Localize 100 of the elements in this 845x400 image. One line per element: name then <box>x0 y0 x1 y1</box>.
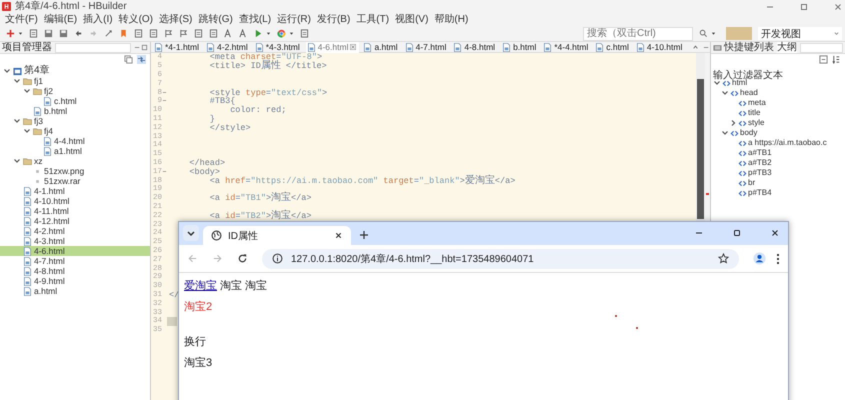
menu-item[interactable]: 发行(B) <box>314 13 354 26</box>
outline-item[interactable]: a#TB1 <box>711 148 845 158</box>
browser-tab[interactable]: ID属性 <box>203 226 351 245</box>
menu-item[interactable]: 查找(L) <box>236 13 274 26</box>
outline-item[interactable]: br <box>711 178 845 188</box>
tree-item[interactable]: 4-1.html <box>0 186 150 196</box>
menu-icon[interactable] <box>776 252 780 264</box>
outline-item[interactable]: a https://ai.m.taobao.c <box>711 138 845 148</box>
collapse-all-icon[interactable] <box>819 55 828 64</box>
sort-icon[interactable] <box>832 55 841 64</box>
tree-item[interactable]: 4-12.html <box>0 216 150 226</box>
save-icon[interactable] <box>44 29 53 38</box>
tree-item[interactable]: 第4章 <box>0 66 150 76</box>
tree-item[interactable]: fj1 <box>0 76 150 86</box>
outline-item[interactable]: body <box>711 128 845 138</box>
tree-item[interactable]: 4-11.html <box>0 206 150 216</box>
panel-tab[interactable]: 大纲 <box>777 42 797 53</box>
tree-item[interactable]: 4-6.html <box>0 246 150 256</box>
chevron-down-icon[interactable] <box>13 157 21 165</box>
tree-item[interactable]: 4-10.html <box>0 196 150 206</box>
info-icon[interactable] <box>272 253 283 264</box>
menu-item[interactable]: 运行(R) <box>274 13 314 26</box>
tree-item[interactable]: fj2 <box>0 86 150 96</box>
menu-item[interactable]: 选择(S) <box>156 13 196 26</box>
menu-item[interactable]: 帮助(H) <box>431 13 472 26</box>
flag-icon[interactable] <box>179 29 188 38</box>
editor-tab[interactable]: 4-8.html <box>452 42 498 52</box>
menu-item[interactable]: 文件(F) <box>2 13 41 26</box>
search-icon[interactable] <box>699 29 708 38</box>
tree-item[interactable]: 4-4.html <box>0 136 150 146</box>
tree-item[interactable]: 4-7.html <box>0 256 150 266</box>
filter-field[interactable] <box>55 42 131 52</box>
editor-tab[interactable]: 4-2.html <box>205 42 251 52</box>
browser-icon[interactable] <box>277 29 286 38</box>
editor-tab[interactable]: c.html <box>594 42 632 52</box>
close-icon[interactable] <box>770 228 780 238</box>
new-tab-icon[interactable] <box>359 230 369 240</box>
outline-item[interactable]: title <box>711 108 845 118</box>
tree-item[interactable]: 4-3.html <box>0 236 150 246</box>
minimize-maximize-icon[interactable] <box>134 44 148 51</box>
document-icon[interactable] <box>194 29 203 38</box>
panel-tab[interactable]: 快捷键列表 <box>713 42 774 53</box>
tree-item[interactable]: 4-2.html <box>0 226 150 236</box>
close-icon[interactable] <box>334 231 343 240</box>
filter-field[interactable] <box>800 42 843 52</box>
tree-item[interactable]: fj4 <box>0 126 150 136</box>
editor-tab[interactable]: 4-10.html <box>634 42 686 52</box>
profile-icon[interactable] <box>753 252 766 265</box>
overflow-icon[interactable] <box>691 42 700 52</box>
font-size-icon[interactable] <box>224 29 233 38</box>
maximize-icon[interactable] <box>732 228 742 238</box>
bookmark-icon[interactable] <box>119 29 128 38</box>
menu-item[interactable]: 跳转(G) <box>195 13 236 26</box>
editor-tab[interactable]: 4-6.html <box>306 42 360 52</box>
menu-item[interactable]: 工具(T) <box>353 13 392 26</box>
editor-tab[interactable]: *4-4.html <box>542 42 592 52</box>
outline-item[interactable]: a#TB2 <box>711 158 845 168</box>
tree-item[interactable]: b.html <box>0 106 150 116</box>
document-icon[interactable] <box>29 29 38 38</box>
tree-item[interactable]: fj3 <box>0 116 150 126</box>
outline-item[interactable]: html <box>711 78 845 88</box>
tree-item[interactable]: a.html <box>0 286 150 296</box>
font-size-icon[interactable] <box>239 29 248 38</box>
editor-tab[interactable]: b.html <box>501 42 540 52</box>
tree-item[interactable]: xz <box>0 156 150 166</box>
add-icon[interactable] <box>6 29 15 38</box>
outline-item[interactable]: p#TB3 <box>711 168 845 178</box>
star-icon[interactable] <box>718 253 729 264</box>
editor-tab[interactable]: *4-1.html <box>153 42 202 52</box>
reload-icon[interactable] <box>237 253 248 264</box>
editor-tab[interactable]: a.html <box>362 42 401 52</box>
undo-icon[interactable] <box>74 29 83 38</box>
flag-icon[interactable] <box>164 29 173 38</box>
tree-item[interactable]: 51zxw.png <box>0 166 150 176</box>
editor-tab[interactable]: *4-3.html <box>254 42 303 52</box>
outline-item[interactable]: meta <box>711 98 845 108</box>
address-bar[interactable]: 127.0.0.1:8020/第4章/4-6.html?__hbt=1735489604071 <box>262 248 739 268</box>
outline-item[interactable]: head <box>711 88 845 98</box>
scrollbar[interactable] <box>696 53 705 221</box>
view-select[interactable]: 开发视图 <box>758 27 842 40</box>
editor-tab[interactable]: 4-7.html <box>404 42 450 52</box>
tree-item[interactable]: c.html <box>0 96 150 106</box>
chevron-right-icon[interactable] <box>729 119 737 127</box>
outline-item[interactable]: style <box>711 118 845 128</box>
save-icon[interactable] <box>59 29 68 38</box>
link[interactable]: 爱淘宝 <box>184 279 217 293</box>
tree-item[interactable]: a1.html <box>0 146 150 156</box>
search-field[interactable]: 搜索（双击Ctrl) <box>583 26 693 40</box>
document-icon[interactable] <box>149 29 158 38</box>
run-icon[interactable] <box>254 29 263 38</box>
tab-search-icon[interactable] <box>183 225 199 241</box>
menu-item[interactable]: 编辑(E) <box>40 13 80 26</box>
document-icon[interactable] <box>134 29 143 38</box>
outline-item[interactable]: p#TB4 <box>711 188 845 198</box>
document-icon[interactable] <box>300 29 309 38</box>
tree-item[interactable]: 4-8.html <box>0 266 150 276</box>
collapse-all-icon[interactable] <box>124 55 133 64</box>
menu-item[interactable]: 插入(I) <box>80 13 116 26</box>
document-icon[interactable] <box>209 29 218 38</box>
tree-item[interactable]: 4-9.html <box>0 276 150 286</box>
